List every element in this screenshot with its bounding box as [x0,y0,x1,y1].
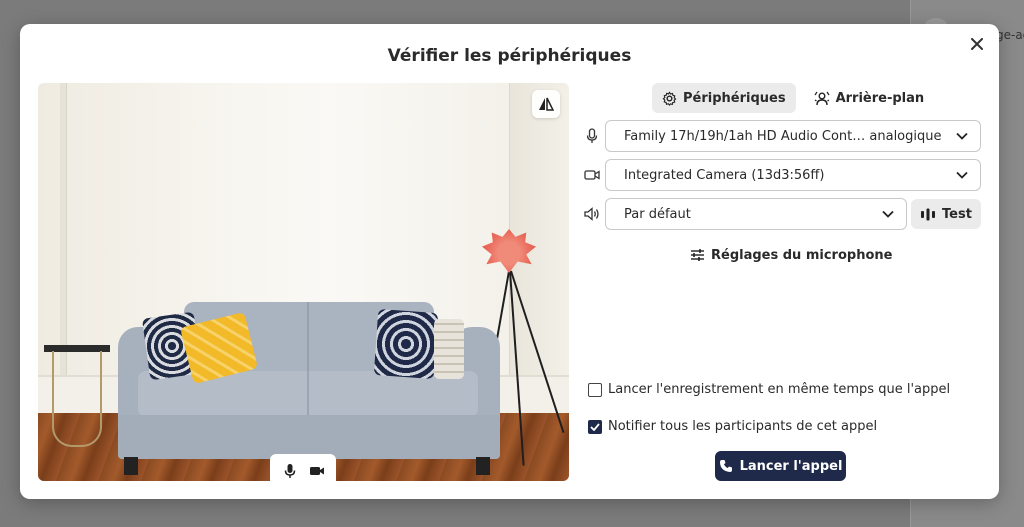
tab-arriere-plan[interactable]: Arrière-plan [804,83,935,113]
microphone-row: Family 17h/19h/1ah HD Audio Cont… analog… [580,120,981,152]
chevron-down-icon [882,210,894,218]
preview-sofa-leg [476,457,490,475]
audio-bars-icon [920,208,936,221]
mirror-flip-icon [538,97,554,111]
preview-sofa-leg [124,457,138,475]
microphone-settings-label: Réglages du microphone [711,247,893,263]
test-speaker-button[interactable]: Test [911,199,981,229]
camera-row: Integrated Camera (13d3:56ff) [580,159,981,191]
video-toolbar [270,454,336,481]
tab-label: Arrière-plan [835,90,925,106]
chevron-down-icon [956,132,968,140]
camera-preview [38,83,569,481]
speaker-row: Par défaut Test [580,198,981,230]
record-option-label: Lancer l'enregistrement en même temps qu… [608,382,951,397]
close-icon [971,38,983,50]
preview-side-table-legs [52,351,102,447]
mirror-video-button[interactable] [532,90,560,118]
tab-label: Périphériques [683,90,786,106]
preview-sofa-base [118,415,500,459]
toggle-camera-button[interactable] [305,459,329,481]
notify-option: Notifier tous les participants de cet ap… [588,419,877,434]
toggle-microphone-button[interactable] [278,459,302,481]
phone-icon [719,459,733,473]
chevron-down-icon [956,171,968,179]
preview-sofa-seam [307,302,309,374]
record-option: Lancer l'enregistrement en même temps qu… [588,382,950,397]
close-button[interactable] [967,34,987,54]
microphone-settings-button[interactable]: Réglages du microphone [690,243,892,267]
speaker-select-value: Par défaut [624,206,691,222]
background-person-icon [814,91,830,106]
tab-peripheriques[interactable]: Périphériques [652,83,796,113]
preview-pipe [60,83,67,383]
preview-pillow [434,319,464,379]
microphone-icon [580,120,604,152]
speaker-select[interactable]: Par défaut [605,198,907,230]
camera-select-value: Integrated Camera (13d3:56ff) [624,167,825,183]
dialog-title: Vérifier les périphériques [387,46,632,66]
sliders-icon [690,248,705,262]
notify-checkbox[interactable] [588,419,602,434]
start-call-label: Lancer l'appel [739,458,843,474]
checkmark-icon [590,422,600,431]
video-camera-icon [580,159,604,191]
microphone-icon [284,463,296,479]
background-text: ge-ac [996,28,1024,42]
gear-icon [662,90,677,106]
start-call-button[interactable]: Lancer l'appel [715,451,846,481]
notify-option-label: Notifier tous les participants de cet ap… [608,419,878,434]
microphone-select[interactable]: Family 17h/19h/1ah HD Audio Cont… analog… [605,120,981,152]
camera-icon [309,465,325,477]
speaker-icon [580,198,604,230]
settings-tabs: Périphériques Arrière-plan [652,83,934,113]
microphone-select-value: Family 17h/19h/1ah HD Audio Cont… analog… [624,128,942,144]
record-checkbox[interactable] [588,382,602,397]
preview-pillow [373,308,439,380]
preview-sofa-seat-seam [307,371,309,417]
device-check-dialog: Vérifier les périphériques Périphériques… [20,24,999,499]
test-button-label: Test [942,206,972,222]
camera-select[interactable]: Integrated Camera (13d3:56ff) [605,159,981,191]
